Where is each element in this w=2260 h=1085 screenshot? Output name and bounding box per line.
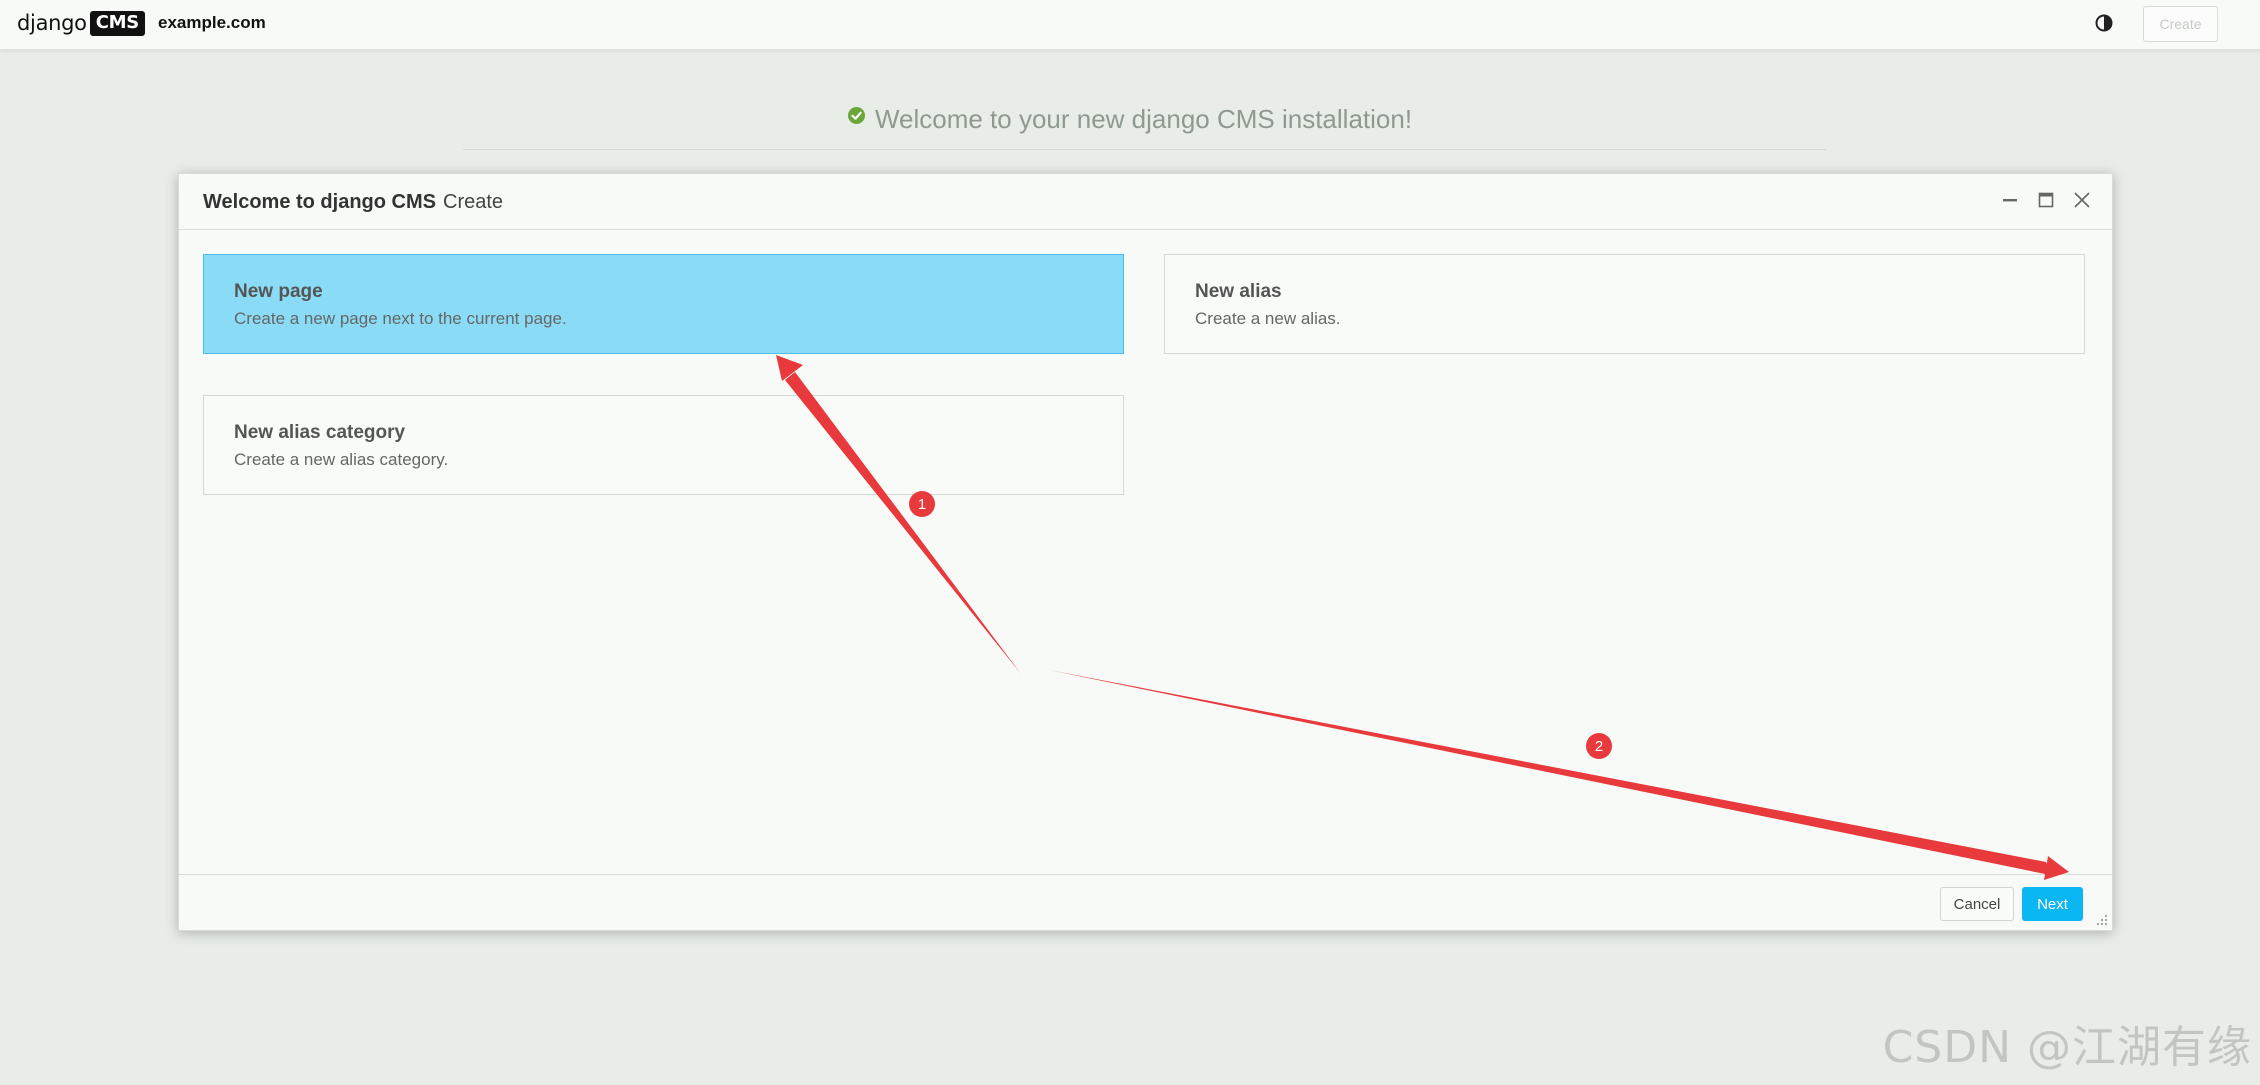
option-description: Create a new alias category. bbox=[234, 450, 449, 469]
watermark: CSDN @江湖有缘 bbox=[1882, 1022, 2252, 1073]
option-title: New alias category bbox=[234, 422, 406, 443]
modal-breadcrumb: Create bbox=[443, 191, 504, 213]
option-new-page[interactable]: New page Create a new page next to the c… bbox=[203, 254, 1124, 354]
modal-footer: Cancel Next bbox=[179, 874, 2112, 930]
create-wizard-modal: Welcome to django CMS Create New page Cr… bbox=[178, 173, 2113, 931]
maximize-icon[interactable] bbox=[2036, 190, 2056, 210]
annotation-badge-2: 2 bbox=[1586, 733, 1612, 759]
django-cms-logo[interactable]: django CMS bbox=[17, 10, 145, 36]
logo-text: django bbox=[17, 11, 87, 35]
annotation-badge-1: 1 bbox=[909, 491, 935, 517]
modal-header[interactable]: Welcome to django CMS Create bbox=[179, 174, 2112, 230]
half-circle-contrast-icon[interactable] bbox=[2095, 14, 2113, 32]
option-description: Create a new alias. bbox=[1195, 309, 1341, 328]
option-description: Create a new page next to the current pa… bbox=[234, 309, 567, 328]
site-name-link[interactable]: example.com bbox=[158, 13, 266, 33]
toolbar-create-button[interactable]: Create bbox=[2143, 6, 2218, 42]
welcome-heading: Welcome to your new django CMS installat… bbox=[0, 104, 2260, 135]
modal-title: Welcome to django CMS bbox=[203, 191, 436, 213]
check-circle-icon bbox=[847, 107, 865, 124]
logo-badge: CMS bbox=[89, 10, 145, 36]
option-title: New page bbox=[234, 281, 323, 302]
minimize-icon[interactable] bbox=[2000, 190, 2020, 210]
option-new-alias[interactable]: New alias Create a new alias. bbox=[1164, 254, 2085, 354]
welcome-divider bbox=[463, 149, 1826, 150]
welcome-text: Welcome to your new django CMS installat… bbox=[874, 104, 1413, 134]
option-new-alias-category[interactable]: New alias category Create a new alias ca… bbox=[203, 395, 1124, 495]
resize-grip-icon[interactable] bbox=[2096, 914, 2108, 926]
next-button[interactable]: Next bbox=[2022, 887, 2083, 921]
cms-toolbar: django CMS example.com Create bbox=[0, 0, 2260, 50]
close-icon[interactable] bbox=[2072, 190, 2092, 210]
option-title: New alias bbox=[1195, 281, 1282, 302]
cancel-button[interactable]: Cancel bbox=[1940, 887, 2014, 921]
